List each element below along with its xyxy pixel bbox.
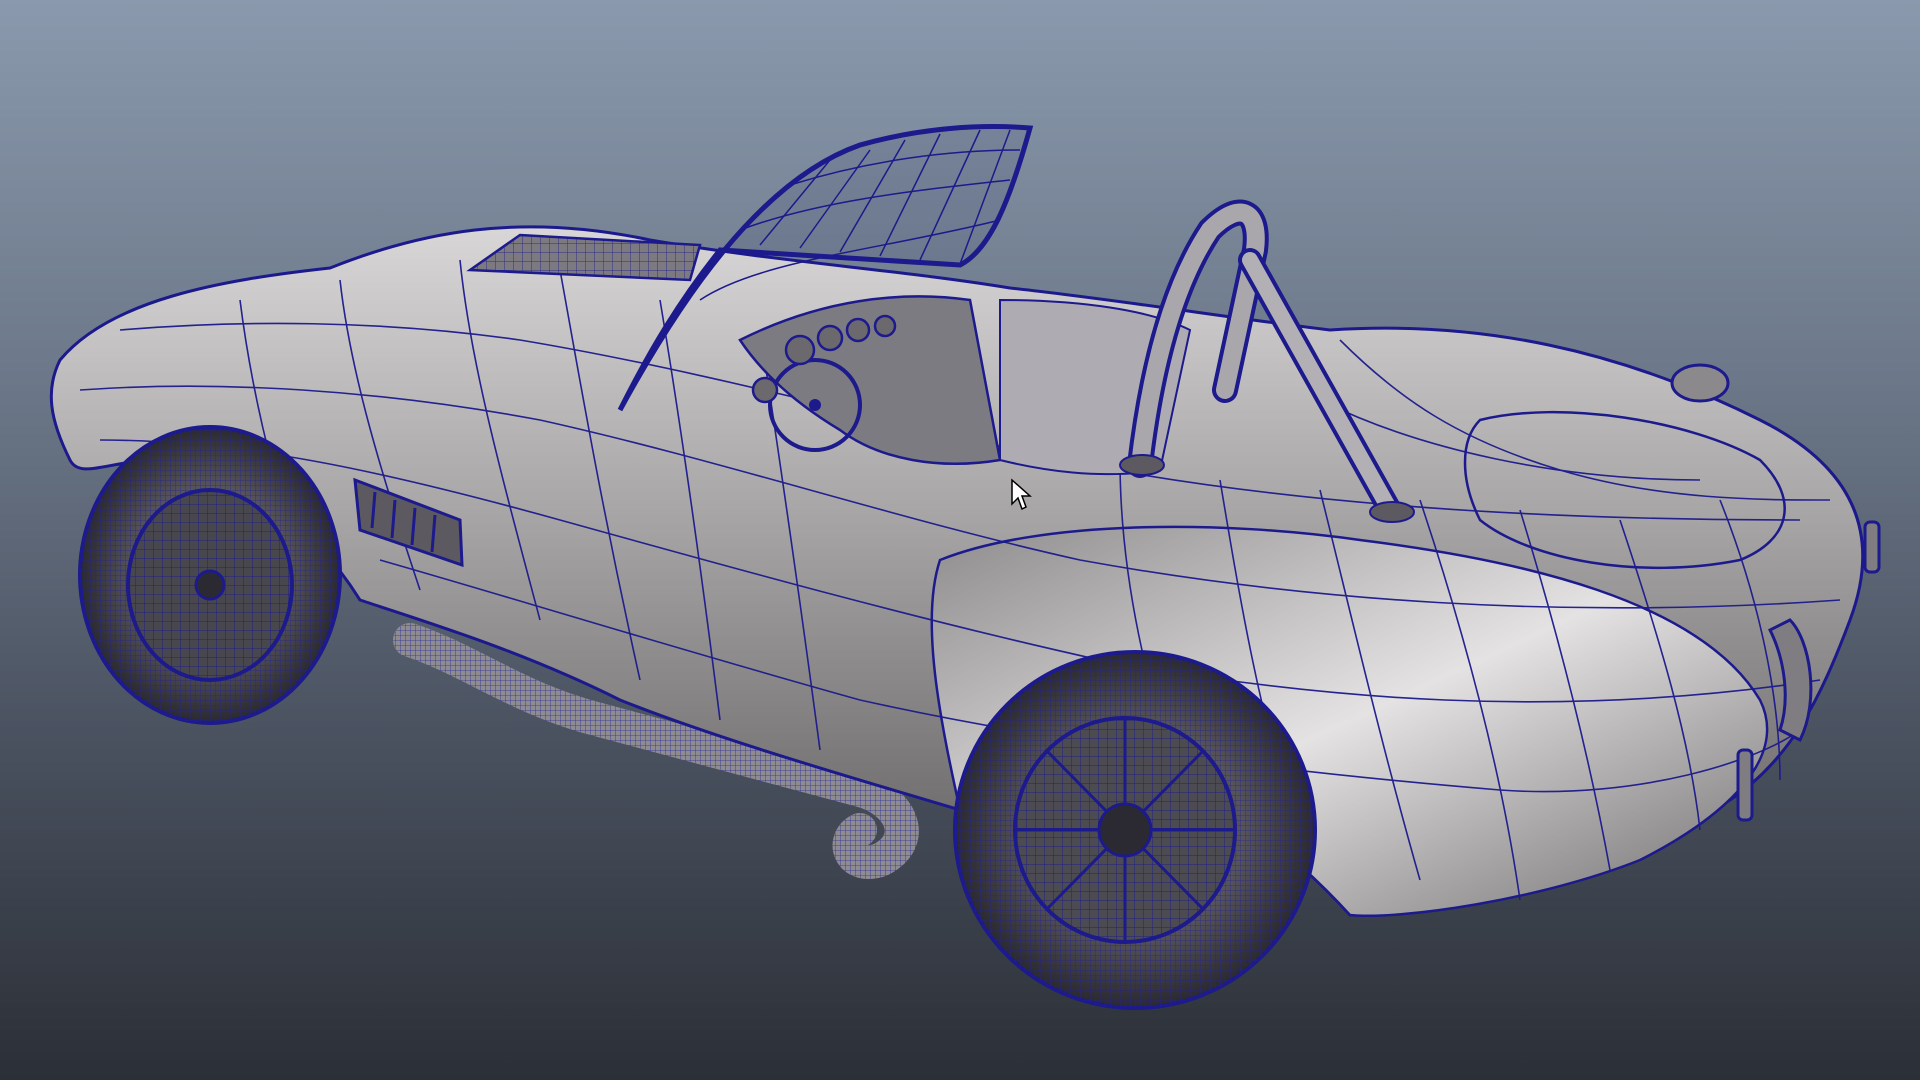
fuel-cap	[1670, 363, 1730, 403]
rear-wheel	[953, 650, 1317, 1010]
front-wheel	[78, 425, 342, 725]
3d-viewport[interactable]	[0, 0, 1920, 1080]
model-render[interactable]	[0, 0, 1920, 1080]
arrow-cursor-icon	[1011, 478, 1032, 511]
cockpit	[738, 295, 1192, 476]
